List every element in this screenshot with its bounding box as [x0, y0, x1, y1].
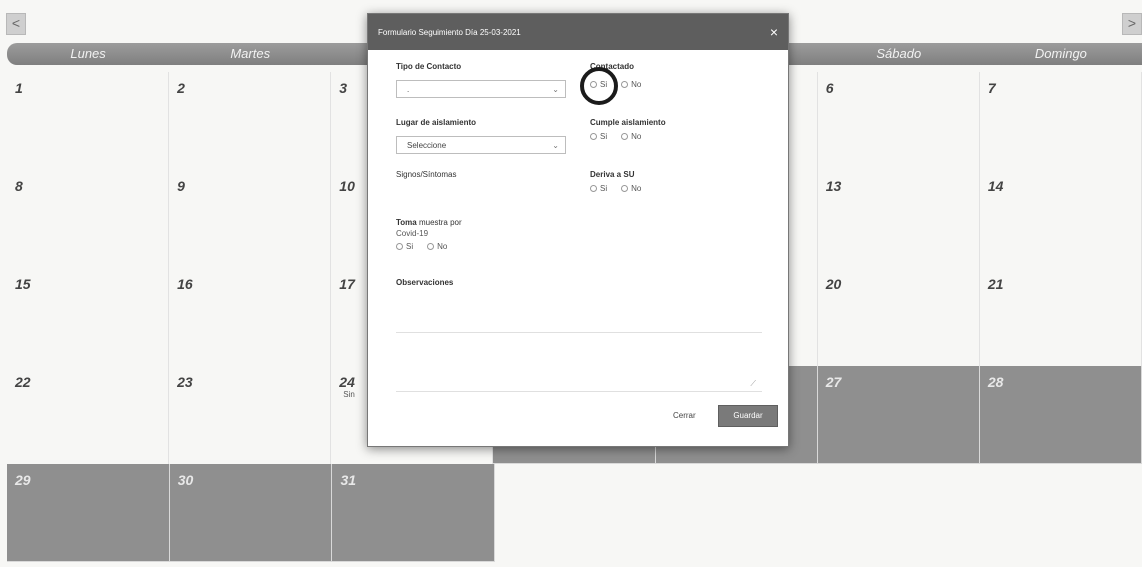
- day-number: 10: [339, 178, 355, 194]
- day-number: 3: [339, 80, 348, 96]
- complies-radio-group: Si No: [590, 132, 641, 141]
- sample-label-bold: Toma: [396, 218, 417, 227]
- sample-no-option[interactable]: No: [427, 242, 447, 251]
- calendar-day: [657, 464, 819, 562]
- day-number: 28: [987, 374, 1004, 390]
- cancel-button[interactable]: Cerrar: [673, 411, 696, 420]
- calendar-day[interactable]: 1: [7, 72, 170, 170]
- day-number: 29: [15, 472, 31, 488]
- day-number: 2: [177, 80, 185, 96]
- refer-su-radio-group: Si No: [590, 184, 641, 193]
- day-note: Sin: [343, 390, 355, 399]
- isolation-place-label: Lugar de aislamiento: [396, 118, 477, 127]
- calendar-day[interactable]: 8: [7, 170, 170, 268]
- complies-isolation-label: Cumple aislamiento: [590, 118, 666, 127]
- close-icon[interactable]: ×: [770, 24, 778, 40]
- day-number: 22: [15, 374, 31, 390]
- day-number: 30: [177, 472, 194, 488]
- calendar-day[interactable]: 29: [7, 464, 170, 562]
- resize-handle-icon[interactable]: ⟋: [750, 379, 756, 389]
- day-number: 1: [15, 80, 23, 96]
- dialog-title: Formulario Seguimiento Día 25-03-2021: [378, 27, 521, 37]
- observations-textarea[interactable]: ⟋: [396, 332, 762, 392]
- calendar-day: [495, 464, 657, 562]
- weekday-label: Sábado: [876, 46, 922, 61]
- refer-su-label: Deriva a SU: [590, 170, 635, 179]
- refer-su-yes-option[interactable]: Si: [590, 184, 607, 193]
- calendar-day[interactable]: 30: [169, 464, 333, 562]
- weekday-label: Martes: [230, 46, 271, 61]
- symptoms-label: Signos/Síntomas: [396, 170, 457, 179]
- follow-up-form-dialog: Formulario Seguimiento Día 25-03-2021 × …: [367, 13, 789, 447]
- day-number: 7: [987, 80, 996, 96]
- calendar-day[interactable]: 9: [169, 170, 332, 268]
- sample-yes-option[interactable]: Si: [396, 242, 413, 251]
- day-number: 31: [340, 472, 357, 488]
- next-month-button[interactable]: >: [1122, 13, 1142, 35]
- chevron-down-icon: ⌄: [552, 141, 559, 150]
- isolation-place-value: Seleccione: [407, 141, 447, 150]
- day-number: 15: [15, 276, 31, 292]
- complies-no-option[interactable]: No: [621, 132, 641, 141]
- contact-type-select[interactable]: . ⌄: [396, 80, 566, 98]
- sample-label-covid: Covid-19: [396, 229, 429, 238]
- refer-su-no-option[interactable]: No: [621, 184, 641, 193]
- highlight-circle: [580, 67, 618, 105]
- complies-yes-option[interactable]: Si: [590, 132, 607, 141]
- calendar-day[interactable]: 20: [818, 268, 980, 366]
- day-number: 23: [177, 374, 193, 390]
- save-button[interactable]: Guardar: [718, 405, 778, 427]
- calendar-day[interactable]: 14: [980, 170, 1142, 268]
- sample-label-rest: muestra por: [418, 218, 462, 227]
- day-number: 13: [825, 178, 842, 194]
- day-number: 6: [825, 80, 834, 96]
- calendar-day[interactable]: 27: [817, 366, 980, 464]
- calendar-week: 29 30 31: [7, 464, 1142, 562]
- calendar-day: [980, 464, 1142, 562]
- contact-type-value: .: [407, 85, 410, 94]
- calendar-day[interactable]: 23: [169, 366, 332, 464]
- calendar-day[interactable]: 6: [818, 72, 980, 170]
- calendar-day: [819, 464, 981, 562]
- calendar-day[interactable]: 15: [7, 268, 170, 366]
- sample-radio-group: Si No: [396, 242, 447, 251]
- calendar-day[interactable]: 28: [979, 366, 1142, 464]
- day-number: 8: [15, 178, 23, 194]
- calendar-day[interactable]: 31: [332, 464, 496, 562]
- observations-label: Observaciones: [396, 278, 454, 287]
- day-number: 14: [987, 178, 1004, 194]
- calendar-day[interactable]: 21: [980, 268, 1142, 366]
- day-number: 24: [339, 374, 355, 390]
- calendar-day[interactable]: 22: [7, 366, 170, 464]
- calendar-day[interactable]: 7: [980, 72, 1142, 170]
- day-number: 17: [339, 276, 355, 292]
- day-number: 16: [177, 276, 193, 292]
- weekday-label: Domingo: [1034, 46, 1087, 61]
- prev-month-button[interactable]: <: [6, 13, 26, 35]
- isolation-place-select[interactable]: Seleccione ⌄: [396, 136, 566, 154]
- day-number: 21: [987, 276, 1004, 292]
- day-number: 20: [825, 276, 842, 292]
- chevron-down-icon: ⌄: [552, 85, 559, 94]
- calendar-day[interactable]: 13: [818, 170, 980, 268]
- contact-type-label: Tipo de Contacto: [396, 62, 462, 71]
- calendar-day[interactable]: 16: [169, 268, 332, 366]
- day-number: 27: [825, 374, 842, 390]
- weekday-label: Lunes: [70, 46, 106, 61]
- contacted-no-option[interactable]: No: [621, 80, 641, 89]
- day-number: 9: [177, 178, 185, 194]
- calendar-day[interactable]: 2: [169, 72, 332, 170]
- dialog-header: Formulario Seguimiento Día 25-03-2021 ×: [368, 14, 788, 50]
- sample-label: Toma muestra por: [396, 218, 462, 227]
